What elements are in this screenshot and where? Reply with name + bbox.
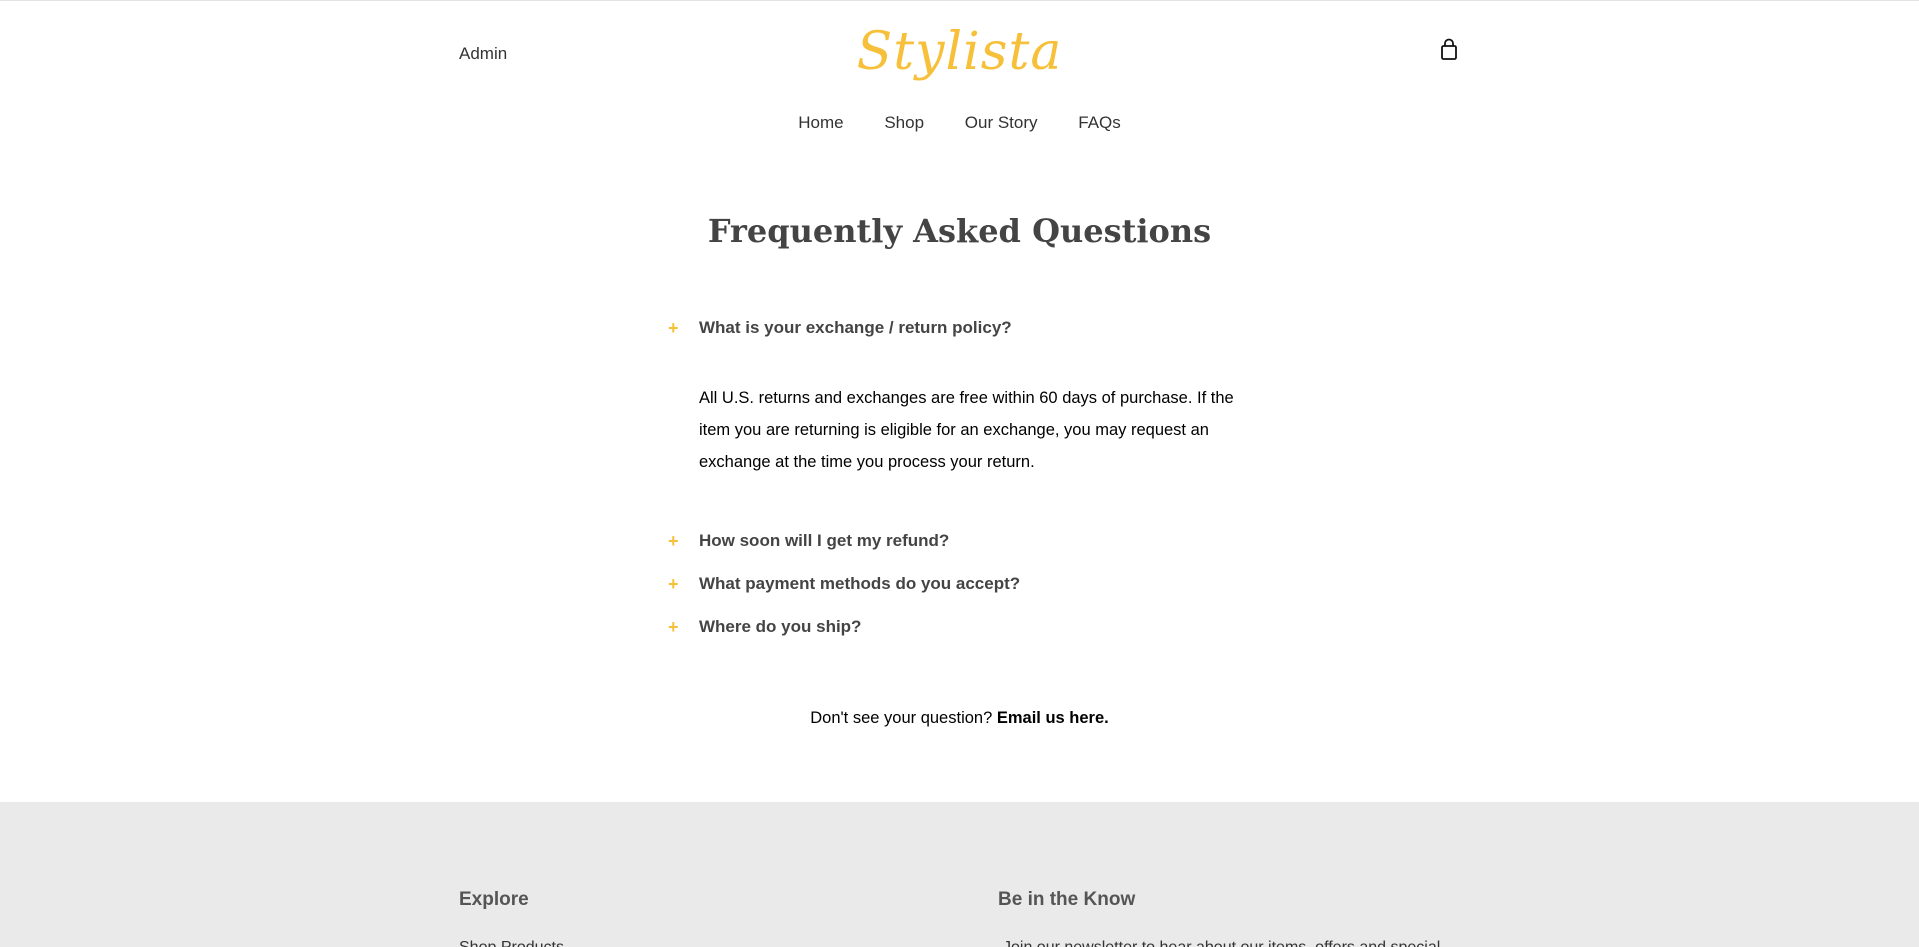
nav-our-story[interactable]: Our Story (965, 113, 1038, 133)
email-us-link[interactable]: Email us here. (997, 709, 1109, 727)
faq-item: + Where do you ship? (668, 615, 1268, 639)
faq-question-toggle[interactable]: + Where do you ship? (668, 615, 1268, 639)
plus-icon: + (668, 574, 679, 594)
footer-newsletter-heading: Be in the Know (998, 889, 1136, 910)
nav-home[interactable]: Home (798, 113, 843, 133)
faq-question: How soon will I get my refund? (699, 531, 950, 550)
faq-question: Where do you ship? (699, 617, 862, 636)
main-nav: Home Shop Our Story FAQs (0, 113, 1919, 133)
footer-explore-heading: Explore (459, 889, 529, 910)
faq-item: + What payment methods do you accept? (668, 572, 1268, 596)
faq-item: + What is your exchange / return policy? (668, 316, 1268, 340)
faq-question-toggle[interactable]: + How soon will I get my refund? (668, 529, 1268, 553)
plus-icon: + (668, 318, 679, 338)
nav-faqs[interactable]: FAQs (1078, 113, 1121, 133)
plus-icon: + (668, 617, 679, 637)
faq-question: What is your exchange / return policy? (699, 318, 1012, 337)
faq-answer: All U.S. returns and exchanges are free … (699, 389, 1234, 471)
faq-question: What payment methods do you accept? (699, 574, 1021, 593)
shopping-bag-icon[interactable] (1438, 38, 1460, 62)
page-title: Frequently Asked Questions (707, 212, 1212, 250)
faq-item: + How soon will I get my refund? (668, 529, 1268, 553)
footer-shop-products-link[interactable]: Shop Products (459, 939, 564, 947)
contact-text: Don't see your question? (810, 709, 993, 727)
site-header: Admin Stylista Home Shop Our Story FAQs (0, 0, 1919, 150)
faq-question-toggle[interactable]: + What payment methods do you accept? (668, 572, 1268, 596)
footer-newsletter-text: Join our newsletter to hear about our it… (1003, 939, 1440, 947)
site-footer: Explore Shop Products Be in the Know Joi… (0, 802, 1919, 947)
plus-icon: + (668, 531, 679, 551)
site-logo[interactable]: Stylista (0, 18, 1919, 86)
faq-question-toggle[interactable]: + What is your exchange / return policy? (668, 316, 1268, 340)
nav-shop[interactable]: Shop (884, 113, 924, 133)
contact-prompt: Don't see your question? Email us here. (0, 709, 1919, 728)
